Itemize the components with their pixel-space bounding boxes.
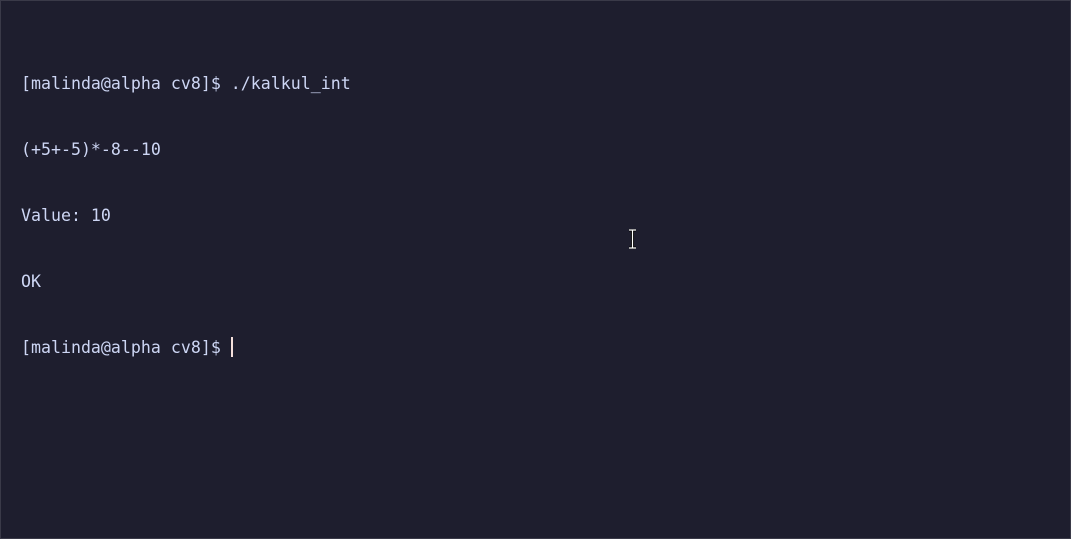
terminal-line: [malinda@alpha cv8]$ ./kalkul_int [21, 74, 351, 93]
shell-prompt: [malinda@alpha cv8]$ [21, 338, 231, 357]
terminal-line: OK [21, 272, 41, 291]
terminal-window[interactable]: [malinda@alpha cv8]$ ./kalkul_int (+5+-5… [0, 0, 1071, 539]
terminal-line: Value: 10 [21, 206, 111, 225]
prompt-line[interactable]: [malinda@alpha cv8]$ [21, 337, 351, 359]
text-ibeam-icon [629, 229, 636, 249]
terminal-line: (+5+-5)*-8--10 [21, 140, 161, 159]
text-cursor [230, 337, 233, 357]
terminal-output[interactable]: [malinda@alpha cv8]$ ./kalkul_int (+5+-5… [21, 29, 351, 403]
